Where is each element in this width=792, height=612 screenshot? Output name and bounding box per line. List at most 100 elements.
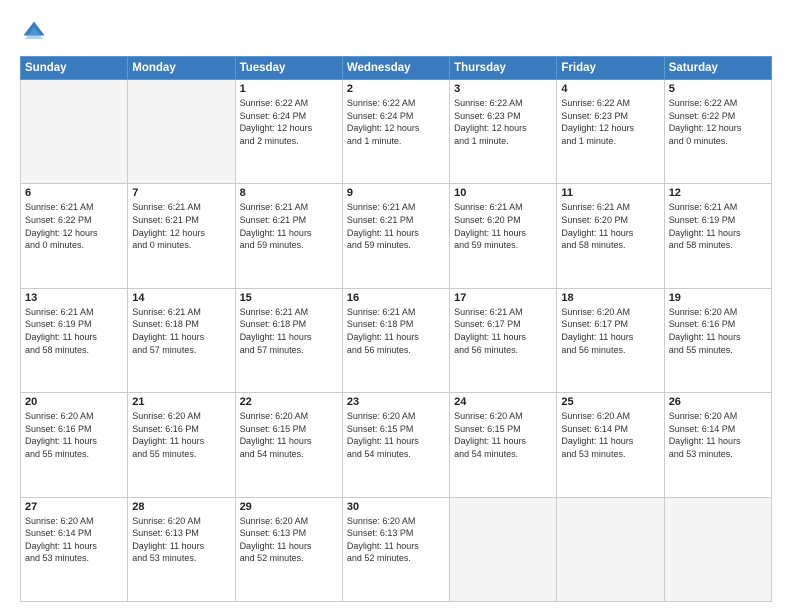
day-cell: 6 Sunrise: 6:21 AM Sunset: 6:22 PM Daylig… [21, 184, 128, 288]
day-cell: 8 Sunrise: 6:21 AM Sunset: 6:21 PM Daylig… [235, 184, 342, 288]
day-cell: 22 Sunrise: 6:20 AM Sunset: 6:15 PM Dayli… [235, 393, 342, 497]
day-cell: 28 Sunrise: 6:20 AM Sunset: 6:13 PM Dayli… [128, 497, 235, 601]
day-cell: 5Sunrise: 6:22 AM Sunset: 6:22 PM Daylig… [664, 80, 771, 184]
day-info: Sunrise: 6:21 AM Sunset: 6:20 PM Dayligh… [561, 201, 659, 251]
day-number: 24 [454, 396, 552, 408]
day-info: Sunrise: 6:20 AM Sunset: 6:15 PM Dayligh… [240, 410, 338, 460]
day-cell: 14 Sunrise: 6:21 AM Sunset: 6:18 PM Dayli… [128, 288, 235, 392]
day-cell: 9 Sunrise: 6:21 AM Sunset: 6:21 PM Daylig… [342, 184, 449, 288]
col-header-sunday: Sunday [21, 57, 128, 80]
page: SundayMondayTuesdayWednesdayThursdayFrid… [0, 0, 792, 612]
week-row-4: 27 Sunrise: 6:20 AM Sunset: 6:14 PM Dayli… [21, 497, 772, 601]
day-cell: 11 Sunrise: 6:21 AM Sunset: 6:20 PM Dayli… [557, 184, 664, 288]
day-info: Sunrise: 6:21 AM Sunset: 6:18 PM Dayligh… [347, 306, 445, 356]
day-info: Sunrise: 6:20 AM Sunset: 6:13 PM Dayligh… [240, 515, 338, 565]
day-info: Sunrise: 6:20 AM Sunset: 6:17 PM Dayligh… [561, 306, 659, 356]
day-cell: 17 Sunrise: 6:21 AM Sunset: 6:17 PM Dayli… [450, 288, 557, 392]
day-cell: 21 Sunrise: 6:20 AM Sunset: 6:16 PM Dayli… [128, 393, 235, 497]
day-number: 26 [669, 396, 767, 408]
calendar-header: SundayMondayTuesdayWednesdayThursdayFrid… [21, 57, 772, 80]
day-number: 9 [347, 187, 445, 199]
col-header-friday: Friday [557, 57, 664, 80]
day-cell: 18 Sunrise: 6:20 AM Sunset: 6:17 PM Dayli… [557, 288, 664, 392]
col-header-wednesday: Wednesday [342, 57, 449, 80]
day-number: 3 [454, 83, 552, 95]
header-row: SundayMondayTuesdayWednesdayThursdayFrid… [21, 57, 772, 80]
day-cell: 25Sunrise: 6:20 AM Sunset: 6:14 PM Dayli… [557, 393, 664, 497]
day-info: Sunrise: 6:20 AM Sunset: 6:13 PM Dayligh… [132, 515, 230, 565]
day-number: 11 [561, 187, 659, 199]
day-cell: 23Sunrise: 6:20 AM Sunset: 6:15 PM Dayli… [342, 393, 449, 497]
col-header-thursday: Thursday [450, 57, 557, 80]
day-info: Sunrise: 6:20 AM Sunset: 6:14 PM Dayligh… [669, 410, 767, 460]
day-number: 6 [25, 187, 123, 199]
week-row-3: 20Sunrise: 6:20 AM Sunset: 6:16 PM Dayli… [21, 393, 772, 497]
day-cell: 3Sunrise: 6:22 AM Sunset: 6:23 PM Daylig… [450, 80, 557, 184]
day-cell [128, 80, 235, 184]
day-number: 19 [669, 292, 767, 304]
day-info: Sunrise: 6:20 AM Sunset: 6:14 PM Dayligh… [25, 515, 123, 565]
day-number: 16 [347, 292, 445, 304]
day-info: Sunrise: 6:21 AM Sunset: 6:20 PM Dayligh… [454, 201, 552, 251]
day-info: Sunrise: 6:21 AM Sunset: 6:19 PM Dayligh… [25, 306, 123, 356]
day-info: Sunrise: 6:21 AM Sunset: 6:17 PM Dayligh… [454, 306, 552, 356]
day-number: 5 [669, 83, 767, 95]
col-header-saturday: Saturday [664, 57, 771, 80]
day-number: 17 [454, 292, 552, 304]
col-header-monday: Monday [128, 57, 235, 80]
day-cell [450, 497, 557, 601]
week-row-0: 1Sunrise: 6:22 AM Sunset: 6:24 PM Daylig… [21, 80, 772, 184]
day-number: 27 [25, 501, 123, 513]
day-number: 15 [240, 292, 338, 304]
logo-icon [20, 18, 48, 46]
day-info: Sunrise: 6:21 AM Sunset: 6:18 PM Dayligh… [132, 306, 230, 356]
day-number: 8 [240, 187, 338, 199]
day-cell [557, 497, 664, 601]
day-number: 12 [669, 187, 767, 199]
day-number: 13 [25, 292, 123, 304]
day-number: 2 [347, 83, 445, 95]
day-cell: 26 Sunrise: 6:20 AM Sunset: 6:14 PM Dayli… [664, 393, 771, 497]
day-number: 29 [240, 501, 338, 513]
day-cell: 24 Sunrise: 6:20 AM Sunset: 6:15 PM Dayli… [450, 393, 557, 497]
day-cell [21, 80, 128, 184]
day-info: Sunrise: 6:21 AM Sunset: 6:22 PM Dayligh… [25, 201, 123, 251]
day-cell: 12 Sunrise: 6:21 AM Sunset: 6:19 PM Dayli… [664, 184, 771, 288]
day-info: Sunrise: 6:21 AM Sunset: 6:21 PM Dayligh… [132, 201, 230, 251]
calendar-body: 1Sunrise: 6:22 AM Sunset: 6:24 PM Daylig… [21, 80, 772, 602]
day-cell: 15 Sunrise: 6:21 AM Sunset: 6:18 PM Dayli… [235, 288, 342, 392]
day-number: 14 [132, 292, 230, 304]
day-info: Sunrise: 6:20 AM Sunset: 6:15 PM Dayligh… [347, 410, 445, 460]
day-info: Sunrise: 6:21 AM Sunset: 6:19 PM Dayligh… [669, 201, 767, 251]
day-cell: 13 Sunrise: 6:21 AM Sunset: 6:19 PM Dayli… [21, 288, 128, 392]
logo [20, 18, 52, 46]
day-cell: 10Sunrise: 6:21 AM Sunset: 6:20 PM Dayli… [450, 184, 557, 288]
day-cell: 16 Sunrise: 6:21 AM Sunset: 6:18 PM Dayli… [342, 288, 449, 392]
day-cell: 27 Sunrise: 6:20 AM Sunset: 6:14 PM Dayli… [21, 497, 128, 601]
day-cell: 1Sunrise: 6:22 AM Sunset: 6:24 PM Daylig… [235, 80, 342, 184]
day-info: Sunrise: 6:21 AM Sunset: 6:21 PM Dayligh… [347, 201, 445, 251]
day-info: Sunrise: 6:21 AM Sunset: 6:18 PM Dayligh… [240, 306, 338, 356]
week-row-1: 6 Sunrise: 6:21 AM Sunset: 6:22 PM Daylig… [21, 184, 772, 288]
col-header-tuesday: Tuesday [235, 57, 342, 80]
day-number: 22 [240, 396, 338, 408]
day-cell: 2 Sunrise: 6:22 AM Sunset: 6:24 PM Daylig… [342, 80, 449, 184]
day-cell: 4Sunrise: 6:22 AM Sunset: 6:23 PM Daylig… [557, 80, 664, 184]
day-number: 18 [561, 292, 659, 304]
day-info: Sunrise: 6:20 AM Sunset: 6:16 PM Dayligh… [669, 306, 767, 356]
day-number: 21 [132, 396, 230, 408]
day-cell: 29 Sunrise: 6:20 AM Sunset: 6:13 PM Dayli… [235, 497, 342, 601]
day-info: Sunrise: 6:21 AM Sunset: 6:21 PM Dayligh… [240, 201, 338, 251]
header [20, 18, 772, 46]
day-info: Sunrise: 6:22 AM Sunset: 6:24 PM Dayligh… [347, 97, 445, 147]
day-cell: 30Sunrise: 6:20 AM Sunset: 6:13 PM Dayli… [342, 497, 449, 601]
day-info: Sunrise: 6:20 AM Sunset: 6:15 PM Dayligh… [454, 410, 552, 460]
day-info: Sunrise: 6:22 AM Sunset: 6:23 PM Dayligh… [561, 97, 659, 147]
day-info: Sunrise: 6:22 AM Sunset: 6:24 PM Dayligh… [240, 97, 338, 147]
day-cell: 7Sunrise: 6:21 AM Sunset: 6:21 PM Daylig… [128, 184, 235, 288]
calendar-table: SundayMondayTuesdayWednesdayThursdayFrid… [20, 56, 772, 602]
day-cell: 19 Sunrise: 6:20 AM Sunset: 6:16 PM Dayli… [664, 288, 771, 392]
day-info: Sunrise: 6:20 AM Sunset: 6:16 PM Dayligh… [132, 410, 230, 460]
day-number: 28 [132, 501, 230, 513]
day-info: Sunrise: 6:20 AM Sunset: 6:16 PM Dayligh… [25, 410, 123, 460]
